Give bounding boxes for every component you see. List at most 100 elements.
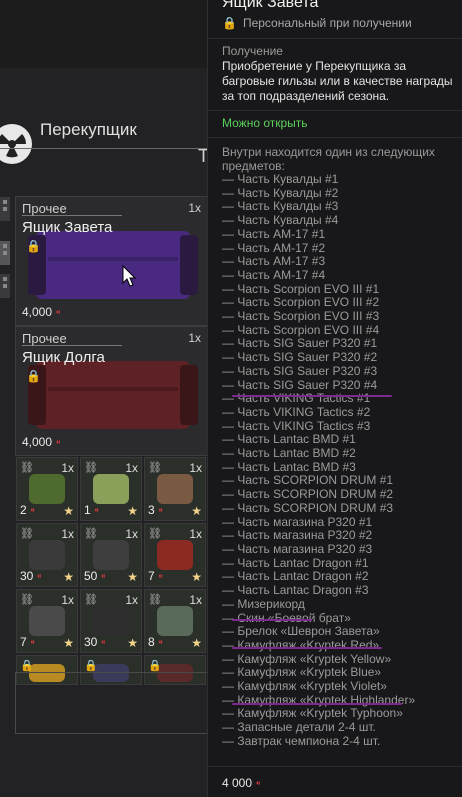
crimson-shells-currency-icon: ⁌ <box>154 637 164 649</box>
grid-item[interactable]: ⛓ 1x 1 ⁌ ★ <box>80 457 142 521</box>
star-icon: ★ <box>191 504 202 518</box>
grid-item-quantity: 1x <box>61 461 74 475</box>
contents-list-item: — Часть Lantac BMD #3 <box>222 459 356 474</box>
contents-list-item: — Часть SIG Sauer P320 #2 <box>222 350 378 365</box>
contents-list-item: — Часть Lantac Dragon #2 <box>222 569 369 584</box>
contents-list-item: — Часть AM-17 #3 <box>222 254 326 269</box>
card-quantity: 1x <box>188 201 201 215</box>
ore-icon <box>29 474 65 504</box>
grid-item-quantity: 1x <box>61 527 74 541</box>
grid-item-quantity: 1x <box>125 527 138 541</box>
crimson-shells-currency-icon: ⁌ <box>33 571 42 583</box>
contents-list: — Часть Кувалды #1— Часть Кувалды #2 — Ча… <box>222 172 416 749</box>
contents-list-item: — Часть SIG Sauer P320 #3 <box>222 363 378 378</box>
grid-item-quantity: 1x <box>189 461 202 475</box>
device-icon <box>29 540 65 570</box>
mouse-cursor-icon <box>122 265 136 287</box>
lock-icon: 🔒 <box>148 660 162 672</box>
chain-icon: ⛓ <box>20 594 34 606</box>
crimson-shells-currency-icon: ⁌ <box>26 637 36 649</box>
contents-list-item: — Брелок «Шеврон Завета» <box>222 624 380 639</box>
contents-list-item: — Часть SIG Sauer P320 #4 <box>222 377 378 392</box>
contents-list-item: — Часть Lantac Dragon #3 <box>222 583 369 598</box>
star-icon: ★ <box>63 504 74 518</box>
slime-icon <box>93 474 129 504</box>
lock-icon: 🔒 <box>26 369 41 383</box>
contents-list-item: — Часть Scorpion EVO III #2 <box>222 295 380 310</box>
grid-item-price: 2 ⁌ <box>20 503 36 517</box>
category-tab-3[interactable] <box>0 274 10 298</box>
case-icon <box>93 606 129 636</box>
star-icon: ★ <box>191 570 202 584</box>
radiation-icon <box>0 134 27 158</box>
grid-item[interactable]: ⛓ 1x 30 ⁌ ★ <box>16 523 78 587</box>
divider <box>208 38 462 39</box>
grid-item-quantity: 1x <box>189 527 202 541</box>
tooltip-binding: 🔒 Персональный при получении <box>222 16 412 30</box>
chain-icon: ⛓ <box>148 528 162 540</box>
grid-item-price: 8 ⁌ <box>148 635 164 649</box>
contents-list-item: — Камуфляж «Kryptek Highlander» <box>222 692 416 707</box>
card-category: Прочее <box>22 201 67 216</box>
contents-list-item: — Камуфляж «Kryptek Violet» <box>222 679 387 694</box>
grid-item[interactable]: ⛓ 1x 7 ⁌ ★ <box>144 523 206 587</box>
grid-item-price: 30 ⁌ <box>20 569 42 583</box>
grid-item[interactable]: ⛓ 1x 50 ⁌ ★ <box>80 523 142 587</box>
grid-item-price: 7 ⁌ <box>20 635 36 649</box>
category-tab-1[interactable] <box>0 197 10 221</box>
contents-list-item: — Мизерикорд <box>222 596 305 611</box>
device-icon <box>93 540 129 570</box>
crimson-shells-currency-icon: ⁌ <box>255 778 261 790</box>
crimson-shells-currency-icon: ⁌ <box>55 307 61 319</box>
contents-list-item: — Часть Lantac BMD #2 <box>222 446 356 461</box>
grid-item-price: 50 ⁌ <box>84 569 106 583</box>
grid-item-quantity: 1x <box>61 593 74 607</box>
category-tab-2[interactable] <box>0 241 10 265</box>
vendor-name[interactable]: Перекупщик <box>40 120 137 140</box>
chain-icon: ⛓ <box>20 528 34 540</box>
contents-list-item: — Часть магазина P320 #1 <box>222 514 373 529</box>
crimson-shells-currency-icon: ⁌ <box>55 437 61 449</box>
contents-list-item: — Часть Scorpion EVO III #3 <box>222 309 380 324</box>
chain-icon: ⛓ <box>20 462 34 474</box>
chain-icon: ⛓ <box>84 594 98 606</box>
contents-list-item: — Часть Кувалды #2 <box>222 185 339 200</box>
crimson-shells-currency-icon: ⁌ <box>97 571 106 583</box>
contents-list-item: — Часть магазина P320 #3 <box>222 541 373 556</box>
grid-item[interactable]: ⛓ 1x 7 ⁌ ★ <box>16 589 78 653</box>
contents-list-item: — Часть SCORPION DRUM #2 <box>222 487 394 502</box>
crimson-shells-currency-icon: ⁌ <box>26 505 36 517</box>
blob-icon <box>157 606 193 636</box>
star-icon: ★ <box>127 570 138 584</box>
grid-item-price: 30 ⁌ <box>84 635 106 649</box>
highlight-underline <box>232 619 312 621</box>
grid-item[interactable]: ⛓ 1x 3 ⁌ ★ <box>144 457 206 521</box>
grid-item-quantity: 1x <box>125 461 138 475</box>
contents-list-item: — Завтрак чемпиона 2-4 шт. <box>222 733 381 748</box>
contents-list-item: — Часть магазина P320 #2 <box>222 528 373 543</box>
card-quantity: 1x <box>188 331 201 345</box>
lock-icon: 🔒 <box>222 16 237 30</box>
grid-item[interactable]: ⛓ 1x 30 ⁌ ★ <box>80 589 142 653</box>
crimson-shells-currency-icon: ⁌ <box>154 505 164 517</box>
grid-item[interactable]: ⛓ 1x 2 ⁌ ★ <box>16 457 78 521</box>
shop-card-covenant-box[interactable]: Прочее 1x Ящик Завета 🔒 4,000 ⁌ <box>15 196 208 326</box>
chain-icon: ⛓ <box>84 528 98 540</box>
shop-card-duty-box[interactable]: Прочее 1x Ящик Долга 🔒 4,000 ⁌ <box>15 326 208 456</box>
item-tooltip: Ящик Завета 🔒 Персональный при получении … <box>207 0 462 797</box>
contents-list-item: — Часть Кувалды #1 <box>222 172 339 186</box>
card-name: Ящик Долга <box>22 349 105 366</box>
contents-list-item: — Камуфляж «Kryptek Blue» <box>222 665 382 680</box>
contents-list-item: — Часть SCORPION DRUM #1 <box>222 473 394 488</box>
vendor-divider <box>0 148 216 149</box>
card-category: Прочее <box>22 331 67 346</box>
contents-list-item: — Часть VIKING Tactics #2 <box>222 404 371 419</box>
star-icon: ★ <box>127 636 138 650</box>
obtain-description: Приобретение у Перекупщика за багровые г… <box>222 59 453 103</box>
grid-item[interactable]: ⛓ 1x 8 ⁌ ★ <box>144 589 206 653</box>
contents-list-item: — Часть Кувалды #4 <box>222 213 339 228</box>
contents-list-item: — Часть AM-17 #4 <box>222 267 326 282</box>
contents-list-item: — Часть Lantac BMD #1 <box>222 432 356 447</box>
figure-icon <box>157 474 193 504</box>
star-icon: ★ <box>127 504 138 518</box>
